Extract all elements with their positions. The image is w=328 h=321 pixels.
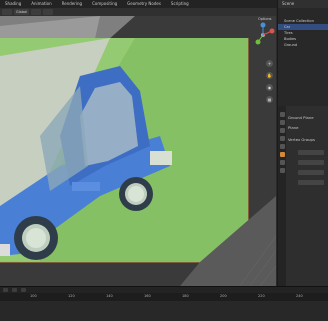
timeline-ruler[interactable]: 100 120 140 160 180 200 220 240	[0, 293, 328, 301]
workspace-tab[interactable]: Animation	[26, 0, 56, 8]
viewport-scene	[0, 16, 276, 286]
frame-number: 200	[220, 294, 227, 298]
workspace-tab[interactable]: Rendering	[57, 0, 87, 8]
frame-number: 240	[296, 294, 303, 298]
outliner-panel: Scene Scene Collection Car Tires Bodies Grou…	[277, 0, 328, 106]
tool-icon[interactable]	[279, 112, 285, 117]
render-icon[interactable]	[279, 120, 285, 125]
output-icon[interactable]	[279, 128, 285, 133]
workspace-tab[interactable]: Shading	[0, 0, 26, 8]
snap-button[interactable]	[31, 9, 42, 15]
frame-number: 100	[30, 294, 37, 298]
property-field[interactable]	[298, 150, 324, 155]
timeline-body[interactable]	[0, 301, 328, 321]
properties-tabs	[278, 106, 286, 292]
properties-panel: Ground Plane Plane Vertex Groups	[277, 106, 328, 292]
outliner-item[interactable]: Ground	[278, 42, 328, 48]
vertex-groups-header[interactable]: Vertex Groups	[288, 137, 315, 142]
3d-viewport[interactable]: Options + ✋ ◉ ▦	[0, 16, 276, 286]
modifier-icon[interactable]	[279, 160, 285, 165]
world-icon[interactable]	[279, 144, 285, 149]
viewport-header: Global	[0, 8, 276, 16]
frame-number: 120	[68, 294, 75, 298]
keyframe-icon[interactable]	[12, 288, 17, 292]
viewport-options-button[interactable]: Options	[258, 17, 272, 21]
proportional-edit-button[interactable]	[43, 9, 54, 15]
grid-icon[interactable]: ▦	[266, 96, 273, 103]
shading-mode-dropdown[interactable]: Global	[14, 9, 30, 15]
outliner-title: Scene	[278, 0, 328, 8]
mesh-name-label[interactable]: Plane	[288, 125, 298, 130]
frame-number: 140	[106, 294, 113, 298]
frame-number: 220	[258, 294, 265, 298]
frame-number: 180	[182, 294, 189, 298]
property-field[interactable]	[298, 170, 324, 175]
zoom-icon[interactable]: +	[266, 60, 273, 67]
pan-hand-icon[interactable]: ✋	[266, 72, 273, 79]
property-field[interactable]	[298, 160, 324, 165]
workspace-tab[interactable]: Compositing	[87, 0, 122, 8]
scene-icon[interactable]	[279, 136, 285, 141]
workspace-tab[interactable]: Geometry Nodes	[122, 0, 166, 8]
workspace-tab[interactable]: Scripting	[166, 0, 194, 8]
frame-number: 160	[144, 294, 151, 298]
play-icon[interactable]	[3, 288, 8, 292]
viewport-nav-buttons: + ✋ ◉ ▦	[266, 60, 274, 103]
camera-icon[interactable]: ◉	[266, 84, 273, 91]
navigation-gizmo[interactable]	[250, 22, 276, 48]
timeline: 100 120 140 160 180 200 220 240	[0, 286, 328, 321]
material-icon[interactable]	[279, 168, 285, 173]
object-name-label: Ground Plane	[288, 115, 314, 120]
jump-icon[interactable]	[21, 288, 26, 292]
editor-type-button[interactable]	[2, 9, 12, 15]
object-icon[interactable]	[279, 152, 285, 157]
property-field[interactable]	[298, 180, 324, 185]
